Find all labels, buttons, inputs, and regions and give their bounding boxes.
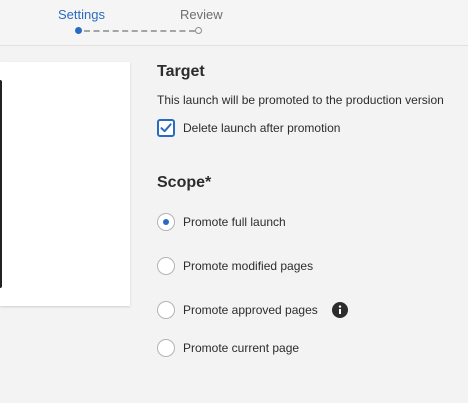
step-settings-indicator <box>75 27 82 34</box>
target-section-title: Target <box>157 63 205 80</box>
radio-selected-dot <box>163 219 169 225</box>
radio-promote-modified-pages[interactable] <box>157 257 175 275</box>
radio-promote-full-launch[interactable] <box>157 213 175 231</box>
target-description: This launch will be promoted to the prod… <box>157 93 444 107</box>
delete-launch-checkbox[interactable] <box>157 119 175 137</box>
promote-current-page-label[interactable]: Promote current page <box>183 341 299 355</box>
launch-preview-card[interactable] <box>0 62 130 306</box>
step-review-label[interactable]: Review <box>180 7 223 22</box>
step-settings-label[interactable]: Settings <box>58 7 105 22</box>
wizard-stepper: Settings Review <box>0 0 468 46</box>
scope-section-title: Scope* <box>157 174 212 191</box>
delete-launch-label[interactable]: Delete launch after promotion <box>183 121 340 135</box>
info-icon[interactable] <box>332 302 348 318</box>
radio-promote-approved-pages[interactable] <box>157 301 175 319</box>
promote-full-launch-label[interactable]: Promote full launch <box>183 215 286 229</box>
step-review-indicator <box>195 27 202 34</box>
promote-modified-pages-label[interactable]: Promote modified pages <box>183 259 313 273</box>
radio-promote-current-page[interactable] <box>157 339 175 357</box>
step-connector <box>84 30 195 32</box>
checkmark-icon <box>160 123 172 133</box>
promote-approved-pages-label[interactable]: Promote approved pages <box>183 303 318 317</box>
preview-thumbnail <box>0 80 2 288</box>
